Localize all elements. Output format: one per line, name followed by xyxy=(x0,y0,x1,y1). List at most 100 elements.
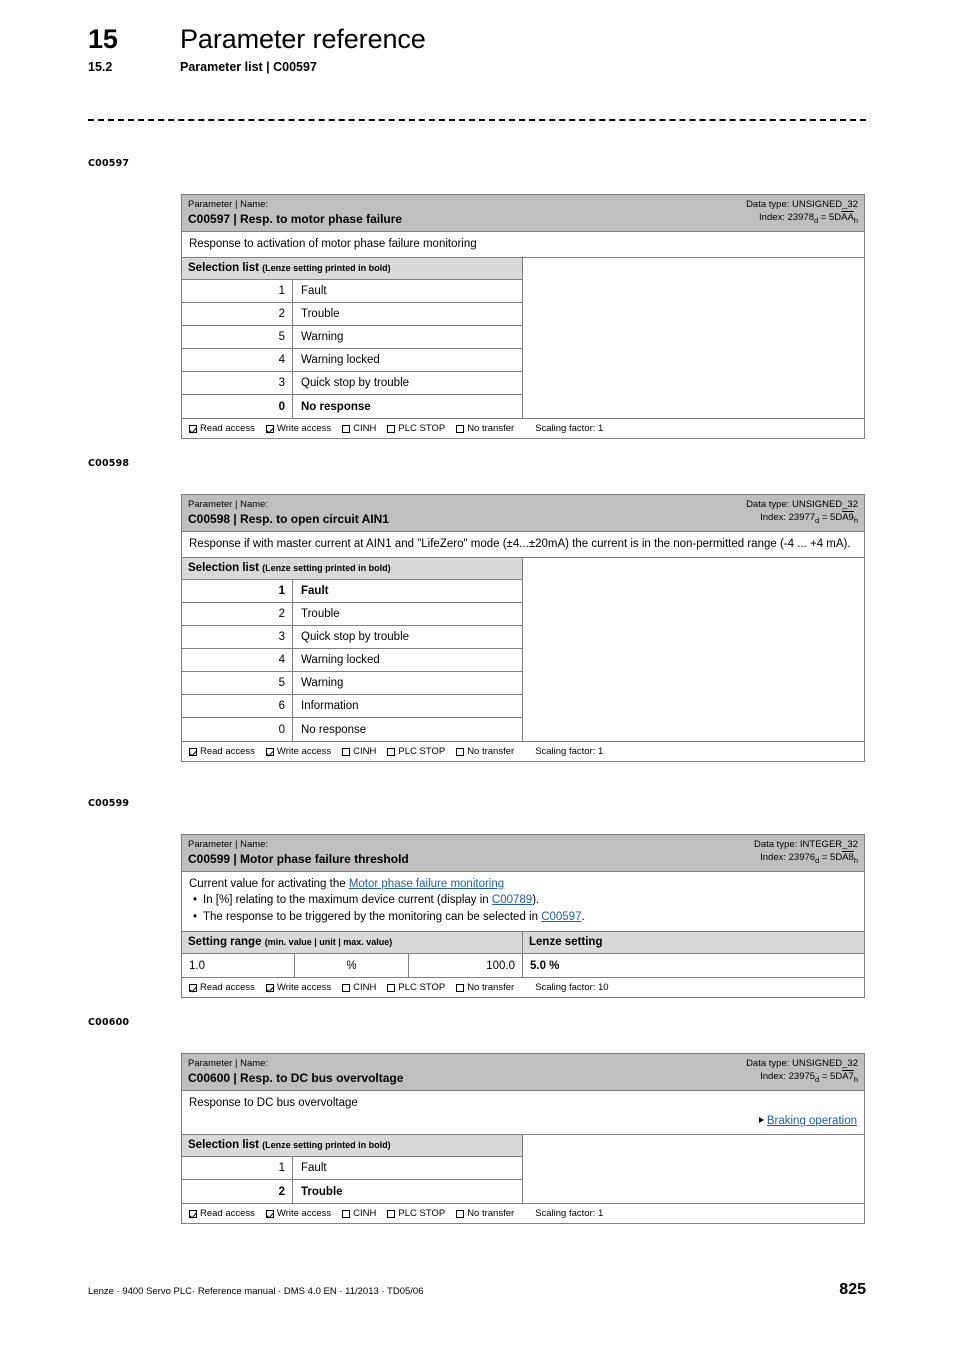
section-heading: 15.2 Parameter list | C00597 xyxy=(88,60,868,74)
margin-tag-c00597: C00597 xyxy=(88,158,130,169)
access-rights-footer: Read access Write access CINH PLC STOP N… xyxy=(182,1204,864,1223)
access-rights-footer: Read access Write access CINH PLC STOP N… xyxy=(182,742,864,761)
parameter-meta: Data type: UNSIGNED_32 Index: 23978d = 5… xyxy=(746,198,858,227)
page-header: 15 Parameter reference 15.2 Parameter li… xyxy=(88,24,868,74)
chapter-number: 15 xyxy=(88,24,118,54)
data-type: Data type: UNSIGNED_32 xyxy=(746,199,858,210)
parameter-header: Parameter | Name: C00600 | Resp. to DC b… xyxy=(182,1054,864,1091)
table-row[interactable]: 1 Fault xyxy=(182,580,522,603)
selection-label: Trouble xyxy=(301,608,340,620)
list-item: In [%] relating to the maximum device cu… xyxy=(189,892,857,909)
selection-label: Trouble xyxy=(301,1185,343,1198)
description-text: Response to activation of motor phase fa… xyxy=(189,238,477,250)
scaling-factor: Scaling factor: 1 xyxy=(535,423,604,434)
page-footer: Lenze · 9400 Servo PLC· Reference manual… xyxy=(88,1281,866,1299)
selection-code: 0 xyxy=(182,395,293,418)
parameter-description: Current value for activating the Motor p… xyxy=(182,872,864,932)
selection-code: 5 xyxy=(182,326,293,348)
no-transfer-item: No transfer xyxy=(456,423,514,434)
no-transfer-item: No transfer xyxy=(456,1208,514,1219)
description-bullet-list: In [%] relating to the maximum device cu… xyxy=(189,892,857,926)
write-access-item: Write access xyxy=(265,982,331,993)
margin-tag-c00599: C00599 xyxy=(88,798,130,809)
link-c00789[interactable]: C00789 xyxy=(492,894,532,906)
link-c00597[interactable]: C00597 xyxy=(541,911,581,923)
selection-code: 6 xyxy=(182,695,293,717)
checkbox-unchecked-icon xyxy=(387,983,396,992)
checkbox-unchecked-icon xyxy=(456,983,465,992)
table-row[interactable]: 0 No response xyxy=(182,395,522,418)
header-divider xyxy=(88,119,866,121)
checkbox-checked-icon xyxy=(265,983,274,992)
selection-label: Fault xyxy=(301,285,327,297)
index-value: Index: 23975d = 5DA7h xyxy=(760,1071,858,1084)
selection-code: 3 xyxy=(182,626,293,648)
write-access-item: Write access xyxy=(265,423,331,434)
table-row[interactable]: 5 Warning xyxy=(182,672,522,695)
table-row[interactable]: 4 Warning locked xyxy=(182,349,522,372)
index-value: Index: 23978d = 5DAAh xyxy=(759,212,858,225)
selection-label: Fault xyxy=(301,1162,327,1174)
selection-code: 2 xyxy=(182,303,293,325)
selection-label: Trouble xyxy=(301,308,340,320)
table-row[interactable]: 2 Trouble xyxy=(182,303,522,326)
parameter-description: Response to DC bus overvoltage Braking o… xyxy=(182,1091,864,1135)
selection-code: 1 xyxy=(182,280,293,302)
checkbox-unchecked-icon xyxy=(387,424,396,433)
setting-range-values: 1.0 % 100.0 5.0 % xyxy=(182,954,864,977)
parameter-description: Response if with master current at AIN1 … xyxy=(182,532,864,558)
plc-stop-item: PLC STOP xyxy=(387,746,445,757)
read-access-item: Read access xyxy=(189,746,255,757)
cinh-item: CINH xyxy=(342,746,376,757)
parameter-block-c00600: Parameter | Name: C00600 | Resp. to DC b… xyxy=(181,1053,865,1224)
setting-range-header: Setting range (min. value | unit | max. … xyxy=(182,932,864,954)
access-rights-footer: Read access Write access CINH PLC STOP N… xyxy=(182,419,864,438)
section-number: 15.2 xyxy=(88,60,113,74)
selection-list-title: Selection list (Lenze setting printed in… xyxy=(182,558,522,580)
table-row[interactable]: 6 Information xyxy=(182,695,522,718)
index-value: Index: 23977d = 5DA9h xyxy=(760,512,858,525)
section-title: Parameter list | C00597 xyxy=(180,60,317,74)
cinh-item: CINH xyxy=(342,1208,376,1219)
table-row[interactable]: 0 No response xyxy=(182,718,522,741)
description-text: Current value for activating the Motor p… xyxy=(189,878,505,890)
selection-list-title: Selection list (Lenze setting printed in… xyxy=(182,1135,522,1157)
parameter-block-c00599: Parameter | Name: C00599 | Motor phase f… xyxy=(181,834,865,998)
table-row[interactable]: 1 Fault xyxy=(182,280,522,303)
scaling-factor: Scaling factor: 10 xyxy=(535,982,609,993)
table-row[interactable]: 2 Trouble xyxy=(182,603,522,626)
link-braking-operation[interactable]: Braking operation xyxy=(767,1115,857,1127)
table-row[interactable]: 3 Quick stop by trouble xyxy=(182,372,522,395)
table-row[interactable]: 4 Warning locked xyxy=(182,649,522,672)
selection-label: Quick stop by trouble xyxy=(301,377,410,389)
parameter-header: Parameter | Name: C00599 | Motor phase f… xyxy=(182,835,864,872)
access-rights-footer: Read access Write access CINH PLC STOP N… xyxy=(182,978,864,997)
checkbox-unchecked-icon xyxy=(456,424,465,433)
table-row[interactable]: 3 Quick stop by trouble xyxy=(182,626,522,649)
setting-max-value: 100.0 xyxy=(409,954,523,977)
checkbox-checked-icon xyxy=(189,424,197,433)
parameter-meta: Data type: UNSIGNED_32 Index: 23977d = 5… xyxy=(746,498,858,527)
selection-list-title: Selection list (Lenze setting printed in… xyxy=(182,258,522,280)
selection-code: 1 xyxy=(182,1157,293,1179)
list-item: The response to be triggered by the moni… xyxy=(189,909,857,926)
table-row[interactable]: 2 Trouble xyxy=(182,1180,522,1203)
read-access-item: Read access xyxy=(189,982,255,993)
checkbox-unchecked-icon xyxy=(342,424,351,433)
setting-unit: % xyxy=(295,954,409,977)
link-motor-phase-failure-monitoring[interactable]: Motor phase failure monitoring xyxy=(349,878,504,890)
plc-stop-item: PLC STOP xyxy=(387,423,445,434)
selection-code: 1 xyxy=(182,580,293,602)
index-value: Index: 23976d = 5DA8h xyxy=(760,852,858,865)
read-access-item: Read access xyxy=(189,1208,255,1219)
table-row[interactable]: 1 Fault xyxy=(182,1157,522,1180)
selection-code: 4 xyxy=(182,349,293,371)
scaling-factor: Scaling factor: 1 xyxy=(535,746,604,757)
checkbox-checked-icon xyxy=(189,747,197,756)
selection-list-side-column xyxy=(523,258,864,418)
selection-list-table: Selection list (Lenze setting printed in… xyxy=(182,558,864,742)
scaling-factor: Scaling factor: 1 xyxy=(535,1208,604,1219)
data-type: Data type: UNSIGNED_32 xyxy=(746,499,858,510)
table-row[interactable]: 5 Warning xyxy=(182,326,522,349)
parameter-meta: Data type: UNSIGNED_32 Index: 23975d = 5… xyxy=(746,1057,858,1086)
